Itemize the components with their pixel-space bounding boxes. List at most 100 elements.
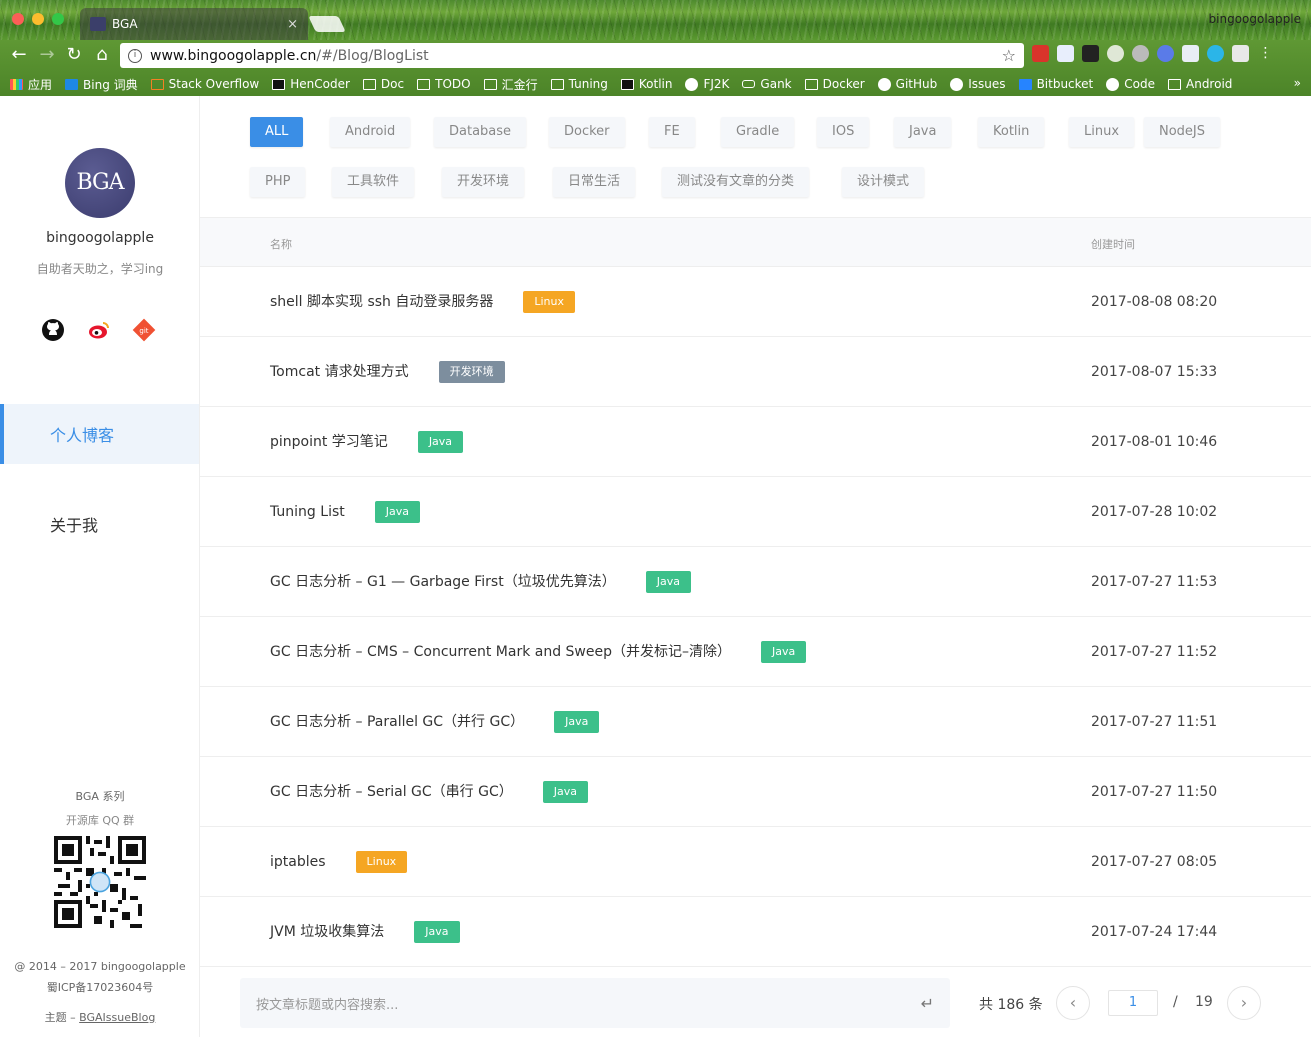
next-page-button[interactable]: › <box>1227 986 1261 1020</box>
table-row[interactable]: GC 日志分析 – CMS – Concurrent Mark and Swee… <box>200 617 1311 687</box>
bookmark-tuning[interactable]: Tuning <box>550 77 608 91</box>
table-row[interactable]: GC 日志分析 – G1 — Garbage First（垃圾优先算法） Java… <box>200 547 1311 617</box>
category-java[interactable]: Java <box>894 117 952 147</box>
category-tag[interactable]: Java <box>554 711 600 733</box>
search-input[interactable]: 按文章标题或内容搜索... ↵ <box>240 978 950 1028</box>
column-header-name[interactable]: 名称 <box>270 236 292 252</box>
extension-mail-icon[interactable] <box>1182 45 1199 62</box>
article-title[interactable]: Tuning List <box>270 477 345 547</box>
category-ios[interactable]: IOS <box>817 117 870 147</box>
category-kotlin[interactable]: Kotlin <box>978 117 1045 147</box>
article-title[interactable]: Tomcat 请求处理方式 <box>270 337 409 407</box>
article-title[interactable]: iptables <box>270 827 326 897</box>
bga-series-link[interactable]: BGA 系列 <box>0 788 200 804</box>
icp-number[interactable]: 蜀ICP备17023604号 <box>0 979 200 995</box>
article-title-cell[interactable]: Tuning List Java <box>270 477 420 547</box>
address-bar[interactable]: i www.bingoogolapple.cn /#/Blog/BlogList… <box>120 43 1024 68</box>
reload-icon[interactable]: ↻ <box>63 44 85 66</box>
bookmark-todo[interactable]: TODO <box>417 77 471 91</box>
table-row[interactable]: shell 脚本实现 ssh 自动登录服务器 Linux 2017-08-08 08… <box>200 267 1311 337</box>
category-fe[interactable]: FE <box>649 117 695 147</box>
menu-item-about[interactable]: 关于我 <box>0 494 199 554</box>
maximize-window-button[interactable] <box>52 13 64 25</box>
bookmark-issues[interactable]: Issues <box>950 77 1006 91</box>
table-row[interactable]: Tuning List Java 2017-07-28 10:02 <box>200 477 1311 547</box>
article-title[interactable]: GC 日志分析 – Serial GC（串行 GC） <box>270 757 513 827</box>
bookmark-kotlin[interactable]: Kotlin <box>620 77 672 91</box>
forward-icon[interactable]: → <box>36 44 58 66</box>
close-window-button[interactable] <box>12 13 24 25</box>
category-tag[interactable]: Java <box>645 571 691 593</box>
info-icon[interactable]: i <box>128 48 142 63</box>
article-title[interactable]: GC 日志分析 – G1 — Garbage First（垃圾优先算法） <box>270 547 616 617</box>
theme-link[interactable]: BGAIssueBlog <box>79 1011 155 1024</box>
category-tag[interactable]: Java <box>414 921 460 943</box>
avatar[interactable]: BGA <box>65 148 135 218</box>
category-daily-life[interactable]: 日常生活 <box>553 167 636 197</box>
article-title-cell[interactable]: GC 日志分析 – G1 — Garbage First（垃圾优先算法） Java <box>270 547 691 617</box>
browser-tab[interactable]: BGA × <box>80 8 308 40</box>
category-nodejs[interactable]: NodeJS <box>1144 117 1221 147</box>
extension-copy-icon[interactable] <box>1232 45 1249 62</box>
category-tag[interactable]: Linux <box>355 851 408 873</box>
category-tag[interactable]: Linux <box>523 291 576 313</box>
table-row[interactable]: iptables Linux 2017-07-27 08:05 <box>200 827 1311 897</box>
extension-r-icon[interactable] <box>1157 45 1174 62</box>
table-row[interactable]: GC 日志分析 – Serial GC（串行 GC） Java 2017-07-27… <box>200 757 1311 827</box>
category-database[interactable]: Database <box>434 117 527 147</box>
article-title[interactable]: pinpoint 学习笔记 <box>270 407 388 477</box>
category-design-patterns[interactable]: 设计模式 <box>842 167 925 197</box>
article-title-cell[interactable]: GC 日志分析 – CMS – Concurrent Mark and Swee… <box>270 617 807 687</box>
bookmark-huijinhang[interactable]: 汇金行 <box>483 76 538 93</box>
article-title-cell[interactable]: shell 脚本实现 ssh 自动登录服务器 Linux <box>270 267 576 337</box>
table-row[interactable]: Tomcat 请求处理方式 开发环境 2017-08-07 15:33 <box>200 337 1311 407</box>
category-empty-test[interactable]: 测试没有文章的分类 <box>662 167 810 197</box>
extension-qr-icon[interactable] <box>1082 45 1099 62</box>
bookmark-stackoverflow[interactable]: Stack Overflow <box>150 77 259 91</box>
category-tag[interactable]: Java <box>542 781 588 803</box>
category-gradle[interactable]: Gradle <box>721 117 795 147</box>
weibo-icon[interactable] <box>87 318 111 342</box>
article-title-cell[interactable]: pinpoint 学习笔记 Java <box>270 407 464 477</box>
article-title-cell[interactable]: iptables Linux <box>270 827 408 897</box>
article-title-cell[interactable]: GC 日志分析 – Parallel GC（并行 GC） Java <box>270 687 600 757</box>
prev-page-button[interactable]: ‹ <box>1056 986 1090 1020</box>
category-tools[interactable]: 工具软件 <box>332 167 415 197</box>
bookmark-doc[interactable]: Doc <box>362 77 404 91</box>
bookmark-star-icon[interactable]: ☆ <box>1002 46 1016 65</box>
extension-pin-icon[interactable] <box>1207 45 1224 62</box>
extension-circle-icon[interactable] <box>1107 45 1124 62</box>
bookmark-hencoder[interactable]: HenCoder <box>272 77 350 91</box>
category-docker[interactable]: Docker <box>549 117 625 147</box>
article-title[interactable]: GC 日志分析 – Parallel GC（并行 GC） <box>270 687 524 757</box>
bookmark-docker[interactable]: Docker <box>804 77 865 91</box>
table-row[interactable]: pinpoint 学习笔记 Java 2017-08-01 10:46 <box>200 407 1311 477</box>
article-title[interactable]: GC 日志分析 – CMS – Concurrent Mark and Swee… <box>270 617 731 687</box>
menu-item-blog[interactable]: 个人博客 <box>0 404 199 464</box>
column-header-created[interactable]: 创建时间 <box>1091 236 1135 252</box>
bookmark-android[interactable]: Android <box>1168 77 1232 91</box>
category-linux[interactable]: Linux <box>1069 117 1135 147</box>
article-title-cell[interactable]: JVM 垃圾收集算法 Java <box>270 897 460 967</box>
bookmark-bitbucket[interactable]: Bitbucket <box>1018 77 1093 91</box>
category-devenv[interactable]: 开发环境 <box>442 167 525 197</box>
new-tab-button[interactable] <box>308 16 346 32</box>
category-all[interactable]: ALL <box>250 117 304 147</box>
article-title-cell[interactable]: Tomcat 请求处理方式 开发环境 <box>270 337 505 407</box>
bookmark-github[interactable]: GitHub <box>877 77 937 91</box>
minimize-window-button[interactable] <box>32 13 44 25</box>
category-tag[interactable]: Java <box>374 501 420 523</box>
page-number-input[interactable]: 1 <box>1108 990 1158 1016</box>
category-tag[interactable]: 开发环境 <box>438 361 505 383</box>
bookmarks-more-icon[interactable]: » <box>1294 76 1301 90</box>
article-title[interactable]: shell 脚本实现 ssh 自动登录服务器 <box>270 267 493 337</box>
home-icon[interactable]: ⌂ <box>91 44 113 66</box>
article-title-cell[interactable]: GC 日志分析 – Serial GC（串行 GC） Java <box>270 757 588 827</box>
extension-globe-icon[interactable] <box>1057 45 1074 62</box>
article-title[interactable]: JVM 垃圾收集算法 <box>270 897 384 967</box>
enter-icon[interactable]: ↵ <box>921 994 934 1013</box>
bookmark-gank[interactable]: Gank <box>742 77 792 91</box>
category-android[interactable]: Android <box>330 117 411 147</box>
back-icon[interactable]: ← <box>8 44 30 66</box>
bookmark-code[interactable]: Code <box>1106 77 1155 91</box>
